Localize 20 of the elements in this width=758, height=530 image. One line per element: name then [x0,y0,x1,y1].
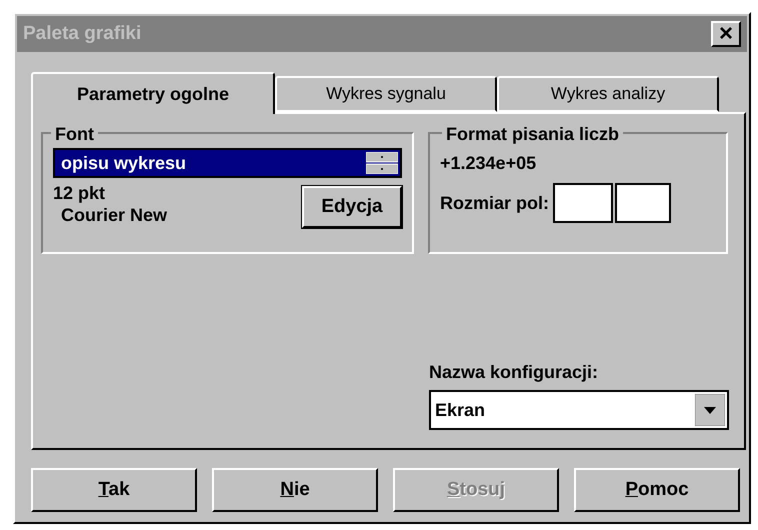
tab[interactable]: Parametry ogolne [31,72,275,114]
input-field[interactable] [553,183,614,223]
spin-icon[interactable] [366,152,398,174]
font-name-text: Courier New [60,204,168,226]
font-size-text: 12 pkt [53,182,106,204]
dialog-button[interactable]: Tak [31,468,197,512]
field-size-label: Rozmiar pol: [440,192,550,215]
font-selector[interactable]: opisu wykresu [53,148,402,178]
dialog-button[interactable]: Pomoc [574,468,740,512]
config-dropdown[interactable]: Ekran [429,390,729,430]
dropdown-arrow-icon[interactable] [695,394,725,426]
close-button[interactable]: × [711,21,741,47]
window-title: Paleta grafiki [23,22,142,46]
tab[interactable]: Wykres sygnalu [275,76,497,112]
dialog-button[interactable]: Nie [212,468,378,512]
number-example: +1.234e+05 [440,152,538,175]
config-label: Nazwa konfiguracji: [429,361,600,384]
input-field[interactable] [615,183,672,223]
edit-button[interactable]: Edycja [302,186,402,228]
tab[interactable]: Wykres analizy [497,76,719,112]
